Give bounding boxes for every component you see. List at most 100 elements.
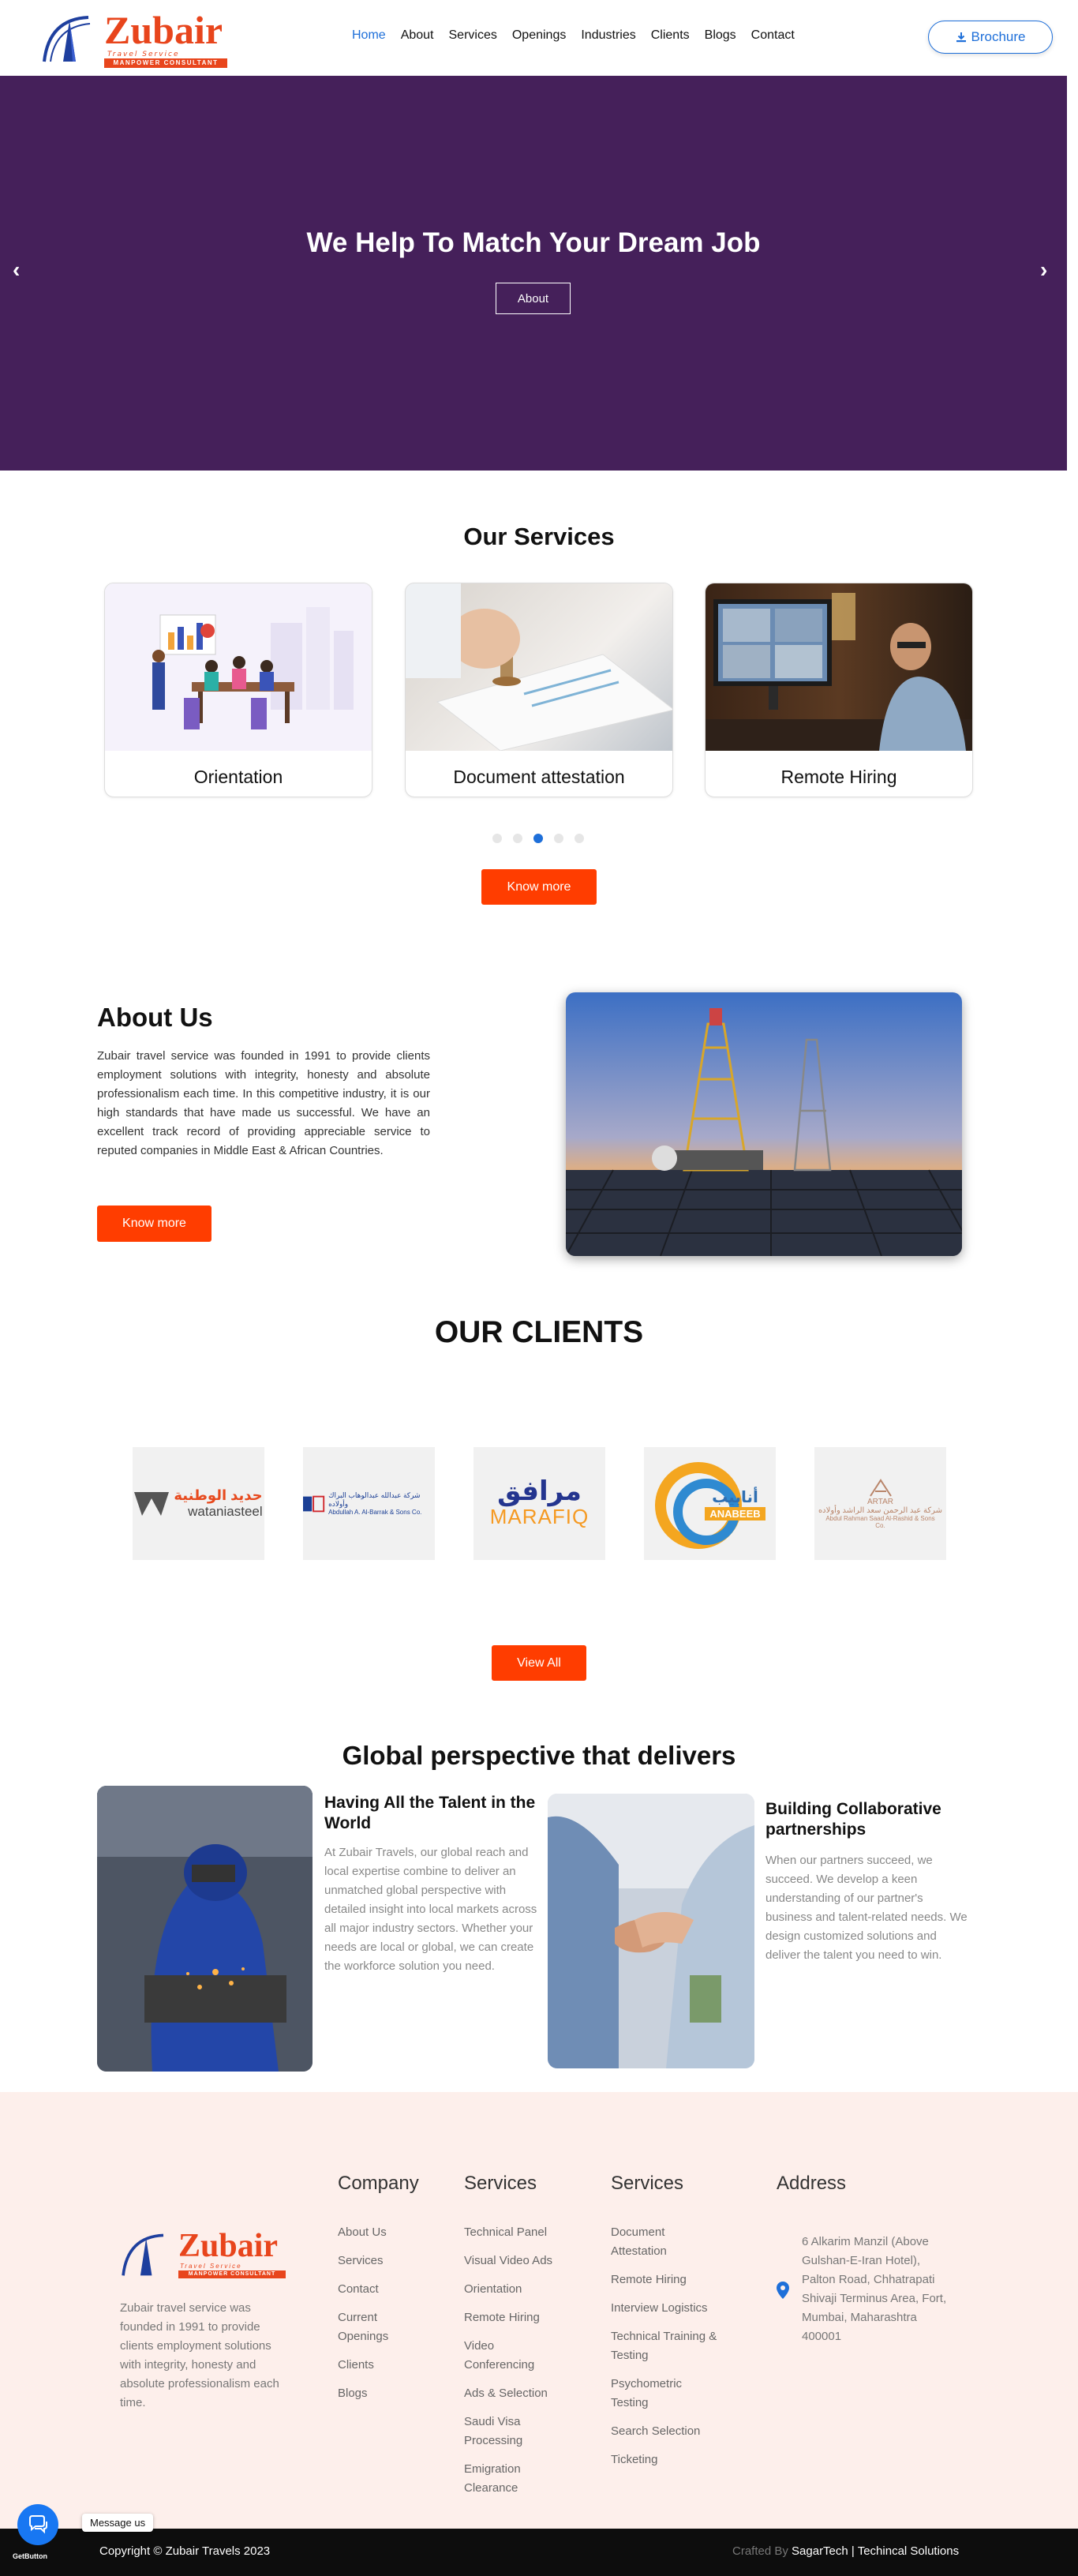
brochure-label: Brochure bbox=[971, 29, 1026, 44]
carousel-dot[interactable] bbox=[492, 834, 502, 843]
footer-logo[interactable]: Zubair Travel Service MANPOWER CONSULTAN… bbox=[120, 2228, 294, 2283]
about-text: Zubair travel service was founded in 199… bbox=[97, 1049, 430, 1157]
download-icon bbox=[956, 32, 966, 43]
watania-mark-icon bbox=[134, 1491, 170, 1516]
carousel-dot[interactable] bbox=[513, 834, 522, 843]
carousel-dot[interactable] bbox=[575, 834, 584, 843]
footer-link[interactable]: Interview Logistics bbox=[611, 2299, 737, 2318]
nav-blogs[interactable]: Blogs bbox=[705, 28, 736, 43]
footer-link[interactable]: Current Openings bbox=[338, 2308, 409, 2346]
client-arabic-name: أنابيب bbox=[712, 1488, 758, 1506]
brochure-button[interactable]: Brochure bbox=[928, 21, 1053, 54]
main-nav: Home About Services Openings Industries … bbox=[352, 28, 810, 43]
service-card-document-attestation[interactable]: Document attestation bbox=[405, 583, 673, 797]
client-name: MARAFIQ bbox=[489, 1505, 590, 1528]
logo-mark-icon bbox=[122, 2233, 164, 2276]
client-name: ANABEEB bbox=[705, 1506, 765, 1520]
service-card-orientation[interactable]: Orientation bbox=[104, 583, 372, 797]
chevron-left-icon[interactable]: ‹ bbox=[13, 257, 20, 283]
client-logo-watania-steel[interactable]: حديد الوطنية wataniasteel bbox=[133, 1447, 264, 1560]
services-know-more-button[interactable]: Know more bbox=[481, 869, 597, 905]
chat-button[interactable] bbox=[17, 2504, 58, 2545]
client-logo-al-barrak[interactable]: شركة عبدالله عبدالوهاب البراك وأولاده Ab… bbox=[303, 1447, 435, 1560]
footer-link[interactable]: Emigration Clearance bbox=[464, 2460, 543, 2498]
artar-mark-icon bbox=[869, 1478, 892, 1497]
hero-title: We Help To Match Your Dream Job bbox=[306, 227, 761, 258]
footer-link[interactable]: Remote Hiring bbox=[611, 2270, 737, 2289]
service-card-label: Orientation bbox=[193, 767, 283, 787]
client-logo-marafiq[interactable]: مرافق MARAFIQ bbox=[473, 1447, 605, 1560]
client-logo-anabeeb[interactable]: أنابيب ANABEEB bbox=[644, 1447, 776, 1560]
global-text-partnerships: When our partners succeed, we succeed. W… bbox=[765, 1854, 968, 1962]
site-footer: Zubair Travel Service MANPOWER CONSULTAN… bbox=[0, 2092, 1078, 2529]
nav-services[interactable]: Services bbox=[449, 28, 497, 43]
getbutton-badge[interactable]: GetButton bbox=[13, 2552, 47, 2560]
footer-link[interactable]: Saudi Visa Processing bbox=[464, 2413, 543, 2450]
hero-slider: ‹ We Help To Match Your Dream Job About … bbox=[0, 76, 1067, 471]
footer-link[interactable]: Technical Training & Testing bbox=[611, 2327, 737, 2365]
services-title: Our Services bbox=[463, 523, 615, 550]
footer-link[interactable]: Psychometric Testing bbox=[611, 2375, 706, 2413]
footer-services-heading-2: Services bbox=[611, 2173, 684, 2194]
footer-link[interactable]: Contact bbox=[338, 2280, 432, 2299]
client-arabic-name: شركة عبد الرحمن سعد الراشد وأولاده bbox=[818, 1505, 943, 1515]
footer-logo-tagline: Travel Service bbox=[180, 2263, 242, 2270]
hero-about-button[interactable]: About bbox=[496, 283, 571, 314]
footer-address-text: 6 Alkarim Manzil (Above Gulshan-E-Iran H… bbox=[802, 2235, 947, 2343]
nav-clients[interactable]: Clients bbox=[651, 28, 690, 43]
clients-view-all-button[interactable]: View All bbox=[492, 1645, 586, 1681]
service-card-label: Remote Hiring bbox=[780, 767, 897, 787]
document-attestation-photo bbox=[406, 583, 672, 751]
copyright-bar: Copyright © Zubair Travels 2023 Crafted … bbox=[0, 2529, 1078, 2576]
logo-mark-icon bbox=[43, 16, 91, 62]
footer-logo-subtitle: MANPOWER CONSULTANT bbox=[178, 2270, 286, 2278]
nav-openings[interactable]: Openings bbox=[512, 28, 567, 43]
nav-home[interactable]: Home bbox=[352, 28, 386, 43]
footer-link[interactable]: Ads & Selection bbox=[464, 2384, 575, 2403]
remote-hiring-photo bbox=[706, 583, 972, 751]
footer-link[interactable]: Clients bbox=[338, 2356, 432, 2375]
welder-photo bbox=[97, 1786, 313, 2072]
footer-link[interactable]: Video Conferencing bbox=[464, 2337, 551, 2375]
client-name: Abdul Rahman Saad Al-Rashid & Sons Co. bbox=[825, 1514, 935, 1529]
nav-contact[interactable]: Contact bbox=[751, 28, 795, 43]
nav-about[interactable]: About bbox=[401, 28, 434, 43]
map-pin-icon bbox=[777, 2282, 789, 2299]
footer-link[interactable]: Orientation bbox=[464, 2280, 575, 2299]
orientation-illustration bbox=[105, 583, 372, 751]
oil-rig-photo bbox=[566, 992, 962, 1256]
carousel-dot-active[interactable] bbox=[533, 834, 543, 843]
footer-link[interactable]: Blogs bbox=[338, 2384, 432, 2403]
footer-link[interactable]: Search Selection bbox=[611, 2422, 737, 2441]
footer-link[interactable]: Visual Video Ads bbox=[464, 2252, 575, 2270]
footer-company-links: About Us Services Contact Current Openin… bbox=[338, 2223, 432, 2413]
chevron-right-icon[interactable]: › bbox=[1040, 257, 1047, 283]
footer-services-links: Technical Panel Visual Video Ads Orienta… bbox=[464, 2223, 575, 2507]
footer-link[interactable]: Document Attestation bbox=[611, 2223, 690, 2261]
logo[interactable]: Zubair Travel Service MANPOWER CONSULTAN… bbox=[41, 8, 230, 68]
crafted-by-link[interactable]: SagarTech | Techincal Solutions bbox=[792, 2544, 959, 2558]
nav-industries[interactable]: Industries bbox=[581, 28, 635, 43]
footer-link[interactable]: Ticketing bbox=[611, 2450, 737, 2469]
footer-link[interactable]: About Us bbox=[338, 2223, 432, 2242]
footer-link[interactable]: Remote Hiring bbox=[464, 2308, 575, 2327]
global-text-talent: At Zubair Travels, our global reach and … bbox=[324, 1846, 537, 1973]
services-carousel-dots bbox=[492, 834, 584, 843]
about-know-more-button[interactable]: Know more bbox=[97, 1206, 211, 1242]
service-card-remote-hiring[interactable]: Remote Hiring bbox=[705, 583, 973, 797]
footer-link[interactable]: Services bbox=[338, 2252, 432, 2270]
global-heading-partnerships: Building Collaborative partnerships bbox=[765, 1800, 941, 1839]
carousel-dot[interactable] bbox=[554, 834, 563, 843]
footer-link[interactable]: Technical Panel bbox=[464, 2223, 575, 2242]
crafted-prefix: Crafted By bbox=[732, 2544, 792, 2558]
logo-tagline: Travel Service bbox=[107, 51, 180, 58]
crafted-by: Crafted By SagarTech | Techincal Solutio… bbox=[732, 2544, 959, 2558]
logo-subtitle: MANPOWER CONSULTANT bbox=[104, 58, 227, 68]
client-name: Abdullah A. Al-Barrak & Sons Co. bbox=[328, 1509, 422, 1516]
footer-logo-name: Zubair bbox=[178, 2228, 279, 2264]
chat-icon bbox=[29, 2515, 47, 2534]
client-logo-artar[interactable]: ARTAR شركة عبد الرحمن سعد الراشد وأولاده… bbox=[814, 1447, 946, 1560]
client-short-name: ARTAR bbox=[867, 1497, 893, 1506]
chat-message-bubble[interactable]: Message us bbox=[82, 2514, 154, 2532]
barrak-mark-icon bbox=[303, 1495, 325, 1512]
